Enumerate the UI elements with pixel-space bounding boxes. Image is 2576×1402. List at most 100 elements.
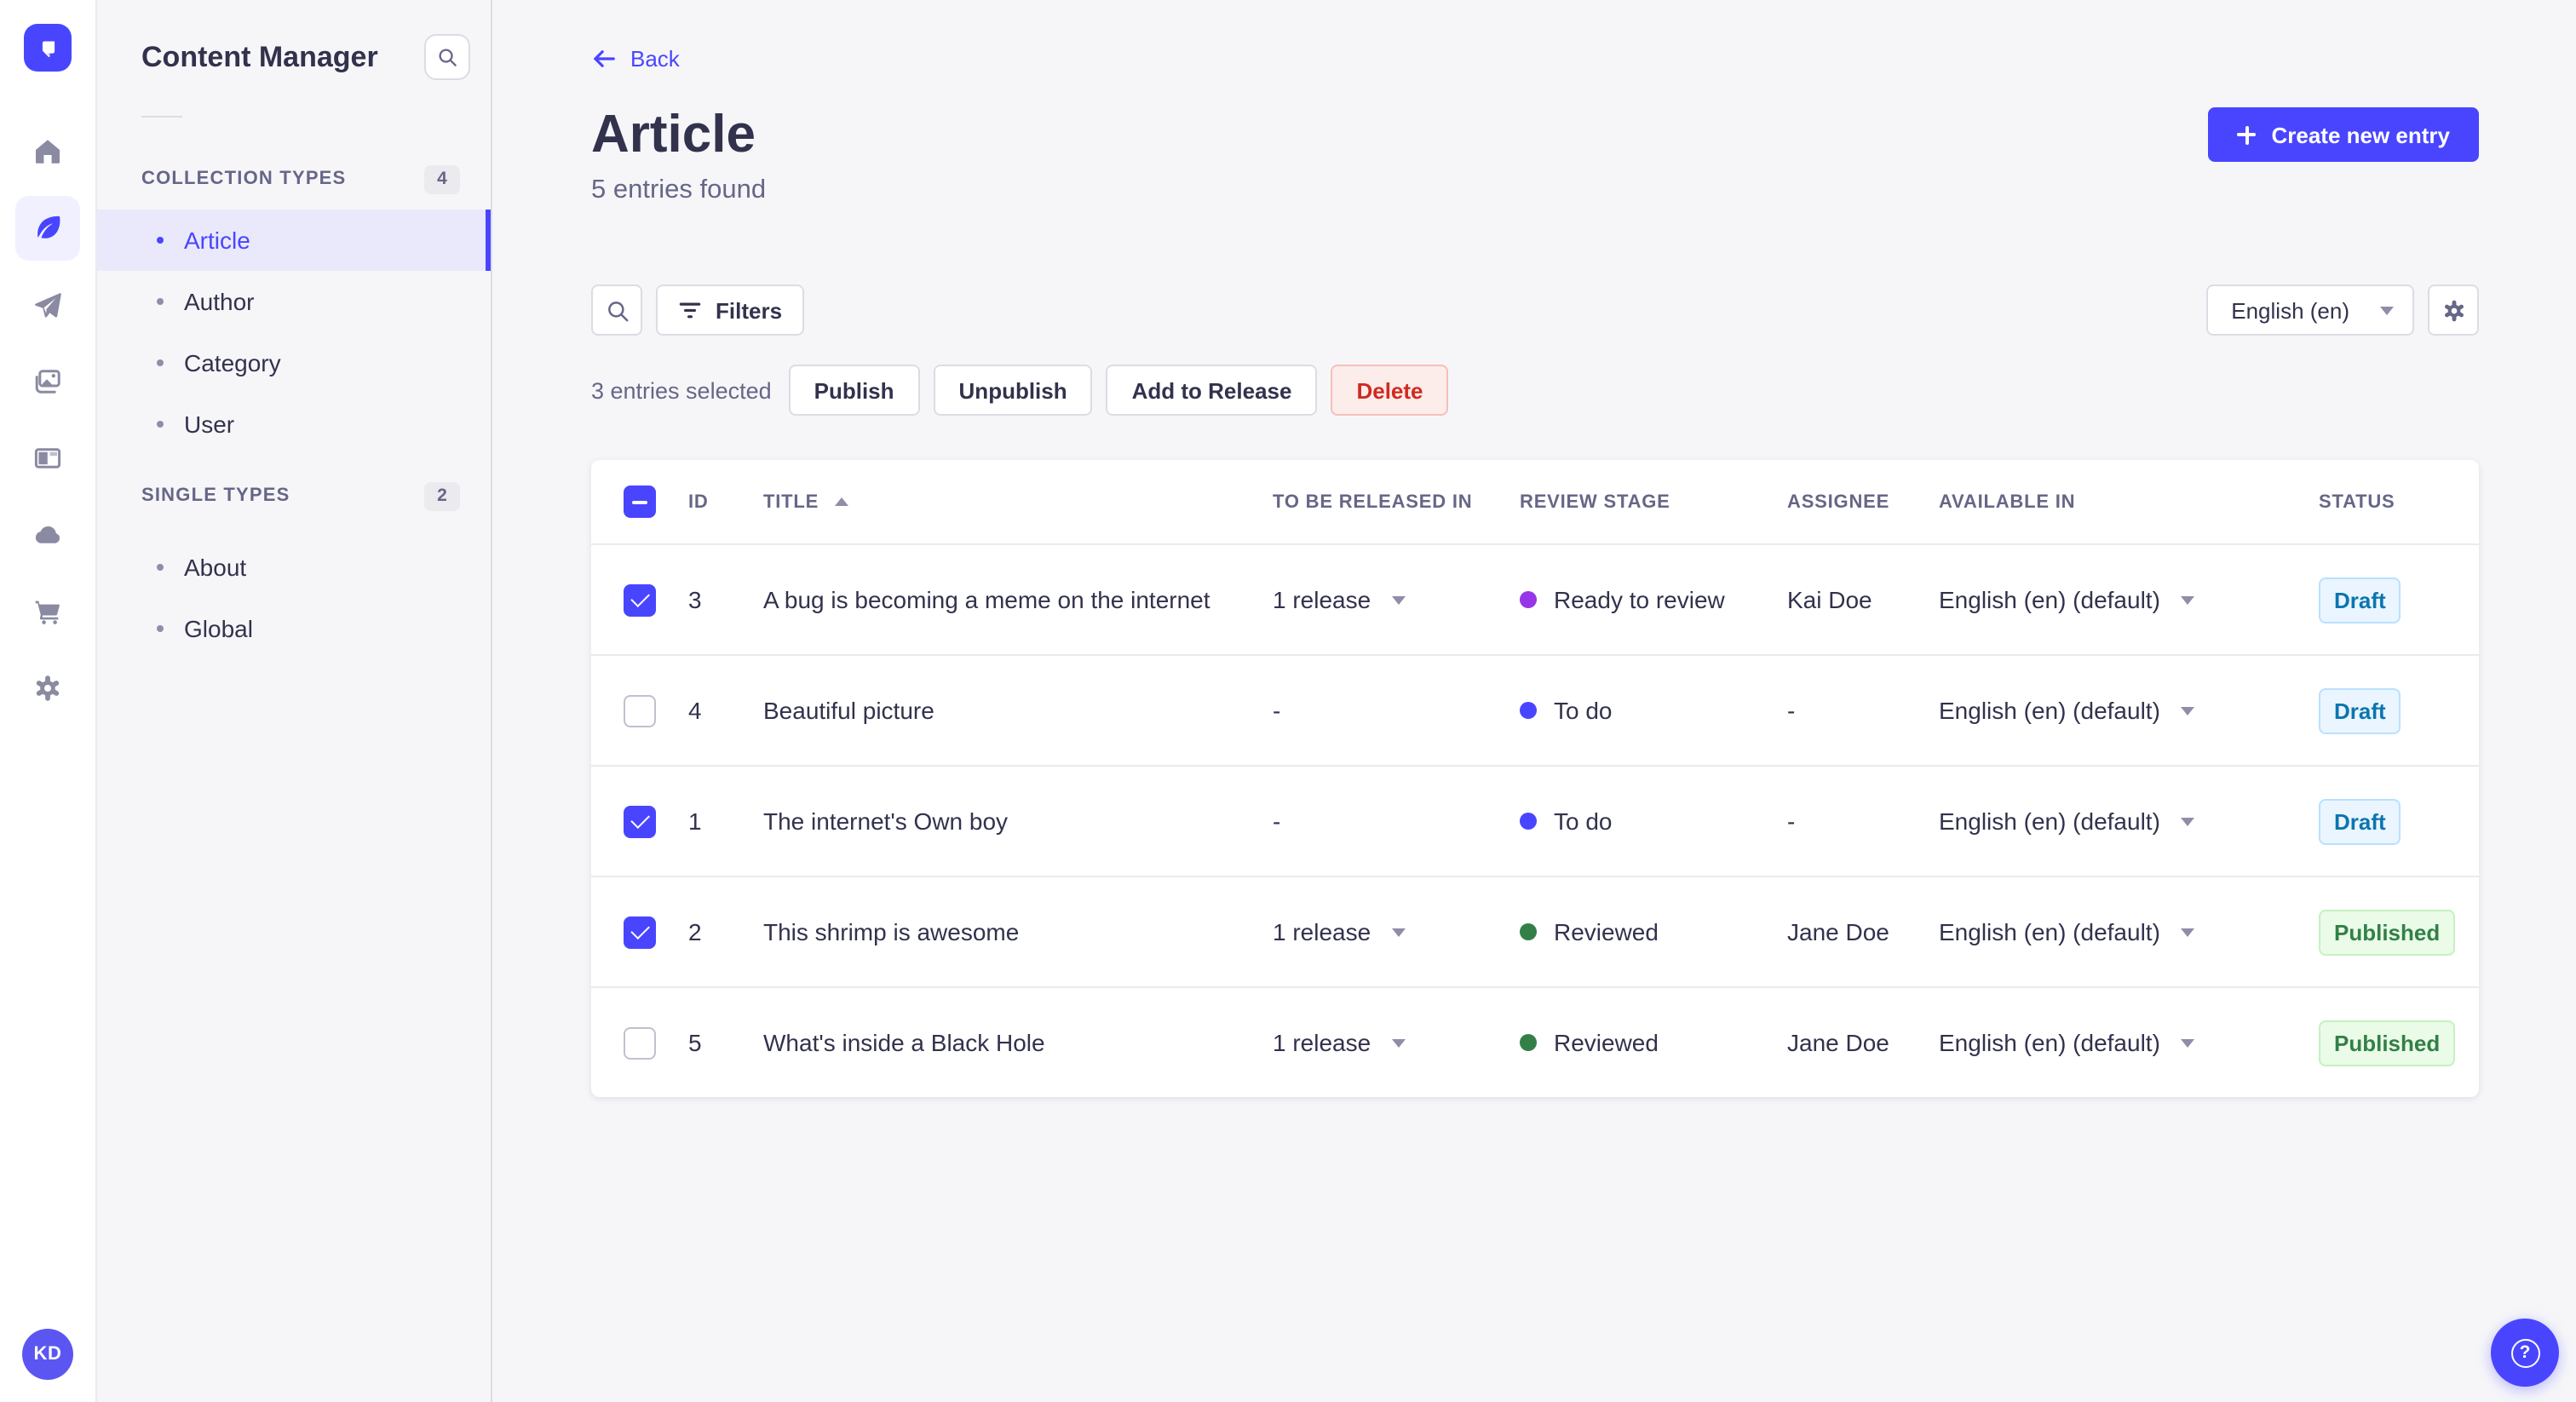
status-badge: Published xyxy=(2319,1020,2456,1066)
review-stage-label: Reviewed xyxy=(1554,918,1659,945)
column-header-status[interactable]: STATUS xyxy=(2319,491,2479,512)
column-header-available-in[interactable]: AVAILABLE IN xyxy=(1939,491,2319,512)
sidebar-item-label: Global xyxy=(184,615,253,642)
chevron-down-icon xyxy=(2180,595,2194,604)
sidebar-item-label: User xyxy=(184,411,235,438)
release-count: - xyxy=(1273,697,1281,724)
back-link[interactable]: Back xyxy=(591,46,680,72)
row-id: 4 xyxy=(688,697,702,724)
row-available-in[interactable]: English (en) (default) xyxy=(1939,1029,2319,1056)
row-checkbox[interactable] xyxy=(624,805,656,837)
page-title: Article xyxy=(591,104,756,164)
shopping-cart-icon[interactable] xyxy=(15,579,80,644)
row-review-stage: Reviewed xyxy=(1520,918,1787,945)
delete-button[interactable]: Delete xyxy=(1331,365,1449,416)
row-release-cell: - xyxy=(1273,697,1520,724)
table-row[interactable]: 5 What's inside a Black Hole 1 release R… xyxy=(591,986,2479,1097)
layout-panel-icon[interactable] xyxy=(15,426,80,491)
pictures-icon[interactable] xyxy=(15,349,80,414)
column-header-id[interactable]: ID xyxy=(688,491,763,512)
row-checkbox[interactable] xyxy=(624,583,656,616)
create-new-entry-button[interactable]: Create new entry xyxy=(2208,107,2479,162)
sidebar-item-about[interactable]: About xyxy=(97,537,491,598)
user-avatar[interactable]: KD xyxy=(22,1329,73,1380)
row-available-in[interactable]: English (en) (default) xyxy=(1939,918,2319,945)
table-header-row: ID TITLE TO BE RELEASED IN REVIEW STAGE … xyxy=(591,460,2479,543)
row-available-in[interactable]: English (en) (default) xyxy=(1939,697,2319,724)
stage-dot-icon xyxy=(1520,591,1537,608)
review-stage-label: Reviewed xyxy=(1554,1029,1659,1056)
column-header-review-stage[interactable]: REVIEW STAGE xyxy=(1520,491,1787,512)
chevron-down-icon xyxy=(2180,817,2194,825)
row-id: 2 xyxy=(688,918,702,945)
arrow-left-icon xyxy=(594,50,615,67)
row-release-cell[interactable]: 1 release xyxy=(1273,586,1520,613)
chevron-down-icon xyxy=(1391,1038,1406,1047)
table-row[interactable]: 4 Beautiful picture - To do - English (e… xyxy=(591,654,2479,765)
filters-label: Filters xyxy=(716,297,783,323)
single-types-list: About Global xyxy=(97,537,491,659)
sidebar-item-category[interactable]: Category xyxy=(97,332,491,394)
column-header-to-be-released-in[interactable]: TO BE RELEASED IN xyxy=(1273,491,1520,512)
locale-select[interactable]: English (en) xyxy=(2205,284,2414,336)
search-button[interactable] xyxy=(591,284,642,336)
row-available-in[interactable]: English (en) (default) xyxy=(1939,807,2319,835)
home-icon[interactable] xyxy=(15,119,80,184)
table-row[interactable]: 1 The internet's Own boy - To do - Engli… xyxy=(591,765,2479,876)
filters-button[interactable]: Filters xyxy=(656,284,805,336)
sidebar-item-user[interactable]: User xyxy=(97,394,491,455)
release-count: 1 release xyxy=(1273,1029,1371,1056)
help-button[interactable]: ? xyxy=(2491,1319,2559,1387)
sidebar-item-label: Author xyxy=(184,288,255,315)
row-release-cell[interactable]: 1 release xyxy=(1273,1029,1520,1056)
gear-icon[interactable] xyxy=(15,656,80,721)
row-checkbox[interactable] xyxy=(624,1026,656,1059)
paper-plane-icon[interactable] xyxy=(15,273,80,337)
sidebar-item-author[interactable]: Author xyxy=(97,271,491,332)
row-release-cell[interactable]: 1 release xyxy=(1273,918,1520,945)
view-settings-button[interactable] xyxy=(2428,284,2479,336)
collection-types-section-header: COLLECTION TYPES 4 xyxy=(97,158,491,199)
sidebar-search-button[interactable] xyxy=(424,34,470,80)
selection-count-text: 3 entries selected xyxy=(591,377,772,403)
row-available-in[interactable]: English (en) (default) xyxy=(1939,586,2319,613)
chevron-down-icon xyxy=(2380,306,2394,314)
row-checkbox[interactable] xyxy=(624,694,656,727)
back-label: Back xyxy=(630,46,680,72)
sort-ascending-icon xyxy=(834,497,848,506)
unpublish-button[interactable]: Unpublish xyxy=(933,365,1093,416)
row-title: A bug is becoming a meme on the internet xyxy=(763,586,1210,613)
filter-icon xyxy=(679,302,701,318)
plus-icon xyxy=(2237,125,2257,144)
status-badge: Draft xyxy=(2319,798,2401,844)
main-content: Back Article Create new entry 5 entries … xyxy=(494,0,2576,1402)
add-to-release-button[interactable]: Add to Release xyxy=(1106,365,1318,416)
question-mark-icon: ? xyxy=(2510,1338,2539,1367)
row-title: Beautiful picture xyxy=(763,697,934,724)
table-row[interactable]: 2 This shrimp is awesome 1 release Revie… xyxy=(591,876,2479,986)
sidebar-item-label: About xyxy=(184,554,247,581)
available-in-label: English (en) (default) xyxy=(1939,1029,2160,1056)
single-types-count-badge: 2 xyxy=(424,481,460,510)
select-all-checkbox[interactable] xyxy=(624,486,656,518)
row-release-cell: - xyxy=(1273,807,1520,835)
available-in-label: English (en) (default) xyxy=(1939,918,2160,945)
row-id: 1 xyxy=(688,807,702,835)
strapi-logo-icon xyxy=(41,40,55,56)
icon-rail: KD xyxy=(0,0,97,1402)
collection-types-list: Article Author Category User xyxy=(97,210,491,455)
row-assignee: - xyxy=(1787,807,1796,835)
publish-button[interactable]: Publish xyxy=(788,365,920,416)
column-header-title[interactable]: TITLE xyxy=(763,491,1273,512)
row-checkbox[interactable] xyxy=(624,916,656,948)
strapi-logo[interactable] xyxy=(24,24,72,72)
column-header-assignee[interactable]: ASSIGNEE xyxy=(1787,491,1939,512)
sidebar-item-article[interactable]: Article xyxy=(97,210,491,271)
chevron-down-icon xyxy=(2180,1038,2194,1047)
table-row[interactable]: 3 A bug is becoming a meme on the intern… xyxy=(591,543,2479,654)
row-title: This shrimp is awesome xyxy=(763,918,1020,945)
feather-icon[interactable] xyxy=(15,196,80,261)
collection-types-label: COLLECTION TYPES xyxy=(141,169,347,189)
cloud-icon[interactable] xyxy=(15,503,80,567)
sidebar-item-global[interactable]: Global xyxy=(97,598,491,659)
